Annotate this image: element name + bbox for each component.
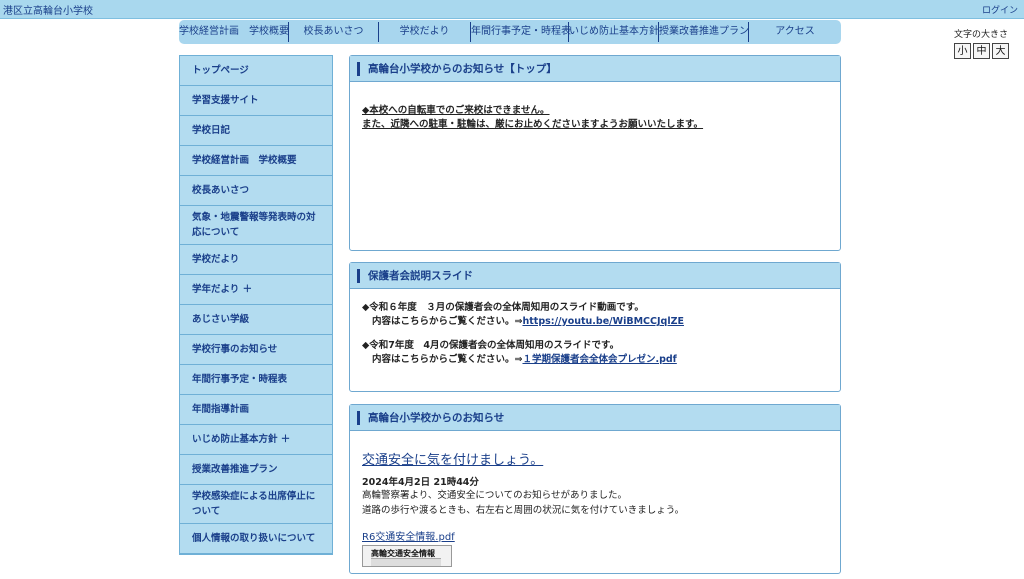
gnav-annual-schedule[interactable]: 年間行事予定・時程表	[471, 22, 571, 42]
pdf-slide-link[interactable]: １学期保護者会全体会プレゼン.pdf	[522, 354, 676, 365]
notice-line: ◆本校への自転車でのご来校はできません。	[362, 105, 550, 116]
notice-line: また、近隣への駐車・駐輪は、厳にお止めくださいますようお願いいたします。	[362, 119, 704, 130]
sidebar-item-ajisai-class[interactable]: あじさい学級	[180, 305, 332, 335]
sidebar-item-school-plan[interactable]: 学校経営計画 学校概要	[180, 146, 332, 176]
sidebar-item-infectious-disease[interactable]: 学校感染症による出席停止について	[180, 485, 332, 524]
header-accent-bar	[357, 410, 360, 425]
panel-header: 高輪台小学校からのお知らせ	[350, 405, 840, 431]
slide-item-prefix: 内容はこちらからご覧ください。⇒	[372, 316, 523, 327]
font-size-buttons: 小 中 大	[954, 43, 1016, 59]
sidebar-item-annual-teaching-plan[interactable]: 年間指導計画	[180, 395, 332, 425]
sidebar-item-learning-support[interactable]: 学習支援サイト	[180, 86, 332, 116]
sidebar-item-annual-schedule[interactable]: 年間行事予定・時程表	[180, 365, 332, 395]
site-title-link[interactable]: 港区立高輪台小学校	[3, 2, 93, 17]
font-size-label: 文字の大きさ	[954, 30, 1009, 40]
global-nav: 学校経営計画 学校概要 校長あいさつ 学校だより 年間行事予定・時程表 いじめ防…	[179, 20, 841, 44]
header-accent-bar	[357, 61, 360, 76]
sidebar-item-weather-warning[interactable]: 気象・地震警報等発表時の対応について	[180, 206, 332, 245]
gnav-principal-greeting[interactable]: 校長あいさつ	[289, 22, 379, 42]
sidebar-item-school-diary[interactable]: 学校日記	[180, 116, 332, 146]
panel-header: 保護者会説明スライド	[350, 263, 840, 289]
attachment-pdf-link[interactable]: R6交通安全情報.pdf	[362, 528, 828, 543]
font-size-small-button[interactable]: 小	[954, 43, 971, 59]
sidebar-menu: トップページ 学習支援サイト 学校日記 学校経営計画 学校概要 校長あいさつ 気…	[179, 55, 333, 555]
slides-panel: 保護者会説明スライド ◆令和６年度 ３月の保護者会の全体周知用のスライド動画です…	[349, 262, 841, 392]
gnav-lesson-improvement-plan[interactable]: 授業改善推進プラン	[659, 22, 749, 42]
font-size-medium-button[interactable]: 中	[973, 43, 990, 59]
gnav-school-plan[interactable]: 学校経営計画 学校概要	[179, 22, 289, 42]
sidebar-item-grade-newsletter[interactable]: 学年だより ＋	[180, 275, 332, 305]
sidebar-item-school-events[interactable]: 学校行事のお知らせ	[180, 335, 332, 365]
panel-title: 高輪台小学校からのお知らせ【トップ】	[368, 63, 557, 75]
gnav-school-newsletter[interactable]: 学校だより	[379, 22, 471, 42]
article-title-link[interactable]: 交通安全に気を付けましょう。	[362, 449, 828, 468]
sidebar-item-anti-bullying-policy[interactable]: いじめ防止基本方針 ＋	[180, 425, 332, 455]
article-text: 道路の歩行や渡るときも、右左右と周囲の状況に気を付けていきましょう。	[362, 505, 685, 516]
panel-body: ◆本校への自転車でのご来校はできません。 また、近隣への駐車・駐輪は、厳にお止め…	[350, 82, 840, 144]
panel-body: 交通安全に気を付けましょう。 2024年4月2日 21時44分 高輪警察署より、…	[350, 431, 840, 579]
youtube-slide-link[interactable]: https://youtu.be/WiBMCCJqlZE	[522, 316, 684, 327]
top-notice-panel: 高輪台小学校からのお知らせ【トップ】 ◆本校への自転車でのご来校はできません。 …	[349, 55, 841, 251]
slide-item-line: ◆令和６年度 ３月の保護者会の全体周知用のスライド動画です。	[362, 302, 644, 313]
font-size-switcher: 文字の大きさ 小 中 大	[954, 27, 1016, 59]
font-size-large-button[interactable]: 大	[992, 43, 1009, 59]
panel-header: 高輪台小学校からのお知らせ【トップ】	[350, 56, 840, 82]
panel-title: 保護者会説明スライド	[368, 270, 473, 282]
login-link[interactable]: ログイン	[982, 3, 1018, 16]
sidebar-item-privacy[interactable]: 個人情報の取り扱いについて	[180, 524, 332, 554]
sidebar-item-lesson-improvement[interactable]: 授業改善推進プラン	[180, 455, 332, 485]
sidebar-item-principal-greeting[interactable]: 校長あいさつ	[180, 176, 332, 206]
slide-item-line: 内容はこちらからご覧ください。⇒https://youtu.be/WiBMCCJ…	[362, 315, 828, 329]
gnav-access[interactable]: アクセス	[749, 22, 841, 42]
article-date: 2024年4月2日 21時44分	[362, 477, 479, 488]
slide-item-line: 内容はこちらからご覧ください。⇒１学期保護者会全体会プレゼン.pdf	[362, 353, 828, 367]
header-accent-bar	[357, 268, 360, 283]
panel-body: ◆令和６年度 ３月の保護者会の全体周知用のスライド動画です。 内容はこちらからご…	[350, 289, 840, 379]
article-text: 高輪警察署より、交通安全についてのお知らせがありました。	[362, 490, 627, 501]
sidebar-item-school-newsletter[interactable]: 学校だより	[180, 245, 332, 275]
panel-title: 高輪台小学校からのお知らせ	[368, 412, 505, 424]
attachment-thumbnail[interactable]: 高輪交通安全情報	[362, 545, 452, 567]
gnav-anti-bullying-policy[interactable]: いじめ防止基本方針	[569, 22, 659, 42]
sidebar-item-top-page[interactable]: トップページ	[180, 56, 332, 86]
top-bar: 港区立高輪台小学校 ログイン	[0, 0, 1024, 19]
slide-item-line: ◆令和7年度 4月の保護者会の全体周知用のスライドです。	[362, 340, 620, 351]
slide-item-prefix: 内容はこちらからご覧ください。⇒	[372, 354, 523, 365]
news-panel: 高輪台小学校からのお知らせ 交通安全に気を付けましょう。 2024年4月2日 2…	[349, 404, 841, 574]
